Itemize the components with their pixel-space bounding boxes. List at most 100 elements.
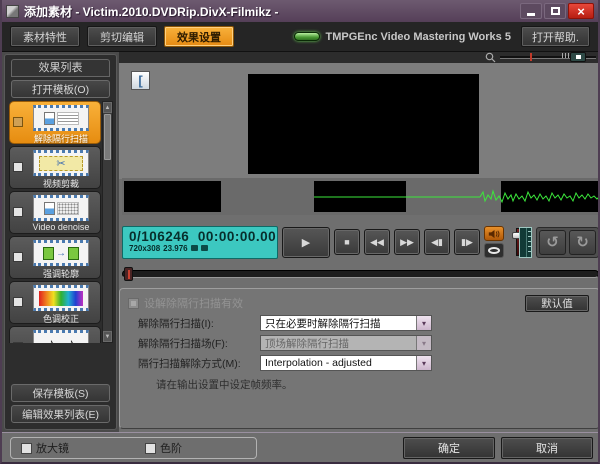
- deinterlace-mode-select[interactable]: 只在必要时解除隔行扫描 ▾: [260, 315, 432, 331]
- effect-checkbox[interactable]: [13, 342, 23, 343]
- deinterlace-method-select[interactable]: Interpolation - adjusted ▾: [260, 355, 432, 371]
- app-icon: [6, 5, 19, 18]
- close-icon: ×: [577, 4, 585, 19]
- close-button[interactable]: ×: [568, 3, 594, 19]
- effect-checkbox[interactable]: [13, 252, 23, 262]
- effect-item-contour[interactable]: → 强调轮廓: [9, 236, 101, 279]
- brand-area: TMPGEnc Video Mastering Works 5: [294, 31, 511, 43]
- open-template-button[interactable]: 打开模板(O): [11, 80, 110, 98]
- rewind-icon: ◀◀: [370, 237, 384, 248]
- deinterlace-mode-value: 只在必要时解除隔行扫描: [261, 316, 416, 331]
- levels-checkbox[interactable]: [145, 443, 156, 454]
- deinterlace-field-value: 顶场解除隔行扫描: [261, 336, 416, 351]
- scroll-up-icon[interactable]: ▲: [103, 102, 112, 113]
- effect-list: 解除隔行扫描 ✂ 视频剪裁 Video denoise: [9, 101, 101, 343]
- resolution-value: 720x308: [129, 244, 160, 253]
- magnifier-checkbox[interactable]: [21, 443, 32, 454]
- effect-list-header: 效果列表: [11, 59, 110, 77]
- deinterlace-settings-panel: 设解除隔行扫描有效 默认值 解除隔行扫描(I): 只在必要时解除隔行扫描 ▾ 解…: [119, 288, 600, 429]
- title-bar: 添加素材 - Victim.2010.DVDRip.DivX-Filmikz -…: [2, 0, 598, 22]
- effect-item-label: 色调校正: [24, 312, 98, 325]
- deinterlace-method-label: 隔行扫描解除方式(M):: [128, 356, 260, 371]
- loop-toggle[interactable]: [484, 243, 504, 258]
- tab-cut-edit[interactable]: 剪切编辑: [87, 26, 157, 47]
- enable-deinterlace-label: 设解除隔行扫描有效: [144, 295, 243, 311]
- filmstrip-waveform[interactable]: [122, 178, 599, 215]
- zoom-control-row: [119, 52, 600, 63]
- framerate-value: 23.976: [163, 244, 187, 253]
- effect-item-color-correction[interactable]: 色调校正: [9, 281, 101, 324]
- magnifier-option[interactable]: 放大镜: [21, 440, 69, 456]
- ok-button[interactable]: 确定: [403, 437, 495, 459]
- effect-checkbox[interactable]: [13, 117, 23, 127]
- enable-deinterlace-checkbox[interactable]: [128, 298, 139, 309]
- seek-knob[interactable]: [124, 267, 133, 281]
- play-icon: ▶: [302, 236, 310, 249]
- effect-checkbox[interactable]: [13, 162, 23, 172]
- undo-button[interactable]: ↺: [539, 230, 566, 255]
- volume-slider[interactable]: [512, 226, 515, 258]
- dropdown-arrow-icon[interactable]: ▾: [416, 316, 431, 330]
- video-denoise-thumbnail-icon: [33, 195, 89, 221]
- effect-item-deinterlace[interactable]: 解除隔行扫描: [9, 101, 101, 144]
- redo-icon: ↻: [576, 233, 589, 251]
- levels-label: 色阶: [160, 440, 182, 456]
- deinterlace-mode-label: 解除隔行扫描(I):: [128, 316, 260, 331]
- minimize-button[interactable]: [520, 3, 542, 19]
- play-button[interactable]: ▶: [282, 227, 330, 258]
- bracket-icon: [: [138, 73, 142, 88]
- effect-checkbox[interactable]: [13, 297, 23, 307]
- zoom-slider[interactable]: [500, 56, 596, 59]
- compare-frame-button[interactable]: [: [131, 71, 150, 90]
- help-button[interactable]: 打开帮助.: [521, 26, 590, 47]
- scroll-down-icon[interactable]: ▼: [103, 331, 112, 342]
- effect-item-video-denoise[interactable]: Video denoise: [9, 191, 101, 234]
- transport-bar: 0/106246 00:00:00.00 720x308 23.976 ▶ ■ …: [122, 220, 599, 264]
- toolbar: 素材特性 剪切编辑 效果设置 TMPGEnc Video Mastering W…: [2, 22, 598, 52]
- deinterlace-field-select: 顶场解除隔行扫描 ▾: [260, 335, 432, 351]
- step-forward-button[interactable]: ▮▶: [454, 229, 480, 255]
- maximize-button[interactable]: [544, 3, 566, 19]
- minimize-icon: [527, 13, 535, 16]
- effect-checkbox[interactable]: [13, 207, 23, 217]
- step-back-icon: ◀▮: [431, 237, 443, 248]
- undo-icon: ↺: [546, 233, 559, 251]
- save-template-button[interactable]: 保存模板(S): [11, 384, 110, 402]
- step-back-button[interactable]: ◀▮: [424, 229, 450, 255]
- brand-text: TMPGEnc Video Mastering Works 5: [326, 31, 511, 43]
- framerate-note: 请在输出设置中设定帧频率。: [156, 377, 591, 392]
- cancel-button[interactable]: 取消: [501, 437, 593, 459]
- window-title: 添加素材 - Victim.2010.DVDRip.DivX-Filmikz -: [24, 3, 520, 20]
- stop-button[interactable]: ■: [334, 229, 360, 255]
- levels-option[interactable]: 色阶: [145, 440, 182, 456]
- contour-thumbnail-icon: →: [33, 240, 89, 266]
- maximize-icon: [551, 7, 560, 15]
- stop-icon: ■: [344, 237, 349, 247]
- video-preview-area: [: [119, 63, 600, 179]
- tab-effect-settings[interactable]: 效果设置: [164, 26, 234, 47]
- seek-track[interactable]: [122, 270, 599, 278]
- scrollbar-thumb[interactable]: [104, 114, 111, 160]
- seek-bar[interactable]: [122, 266, 599, 282]
- zoom-default-marker: [530, 53, 532, 61]
- frame-counter: 0/106246: [129, 229, 189, 244]
- fast-forward-button[interactable]: ▶▶: [394, 229, 420, 255]
- audio-denoise-thumbnail-icon: ♪→♪: [33, 330, 89, 343]
- effect-item-audio-denoise[interactable]: ♪→♪ Audio denoise: [9, 326, 101, 343]
- magnifier-label: 放大镜: [36, 440, 69, 456]
- effect-item-video-crop[interactable]: ✂ 视频剪裁: [9, 146, 101, 189]
- rewind-button[interactable]: ◀◀: [364, 229, 390, 255]
- zoom-slider-knob[interactable]: [570, 52, 586, 62]
- effect-list-scrollbar[interactable]: ▲ ▼: [102, 101, 113, 343]
- default-values-button[interactable]: 默认值: [525, 295, 589, 312]
- redo-button[interactable]: ↻: [569, 230, 596, 255]
- audio-mute-toggle[interactable]: [484, 226, 504, 241]
- deinterlace-method-value: Interpolation - adjusted: [261, 357, 416, 369]
- edit-effect-list-button[interactable]: 编辑效果列表(E): [11, 405, 110, 423]
- dropdown-arrow-icon[interactable]: ▾: [416, 356, 431, 370]
- brand-capsule-icon: [294, 32, 320, 41]
- deinterlace-field-label: 解除隔行扫描场(F):: [128, 336, 260, 351]
- color-correction-thumbnail-icon: [33, 285, 89, 311]
- tab-clip-properties[interactable]: 素材特性: [10, 26, 80, 47]
- crop-thumbnail-icon: ✂: [33, 150, 89, 176]
